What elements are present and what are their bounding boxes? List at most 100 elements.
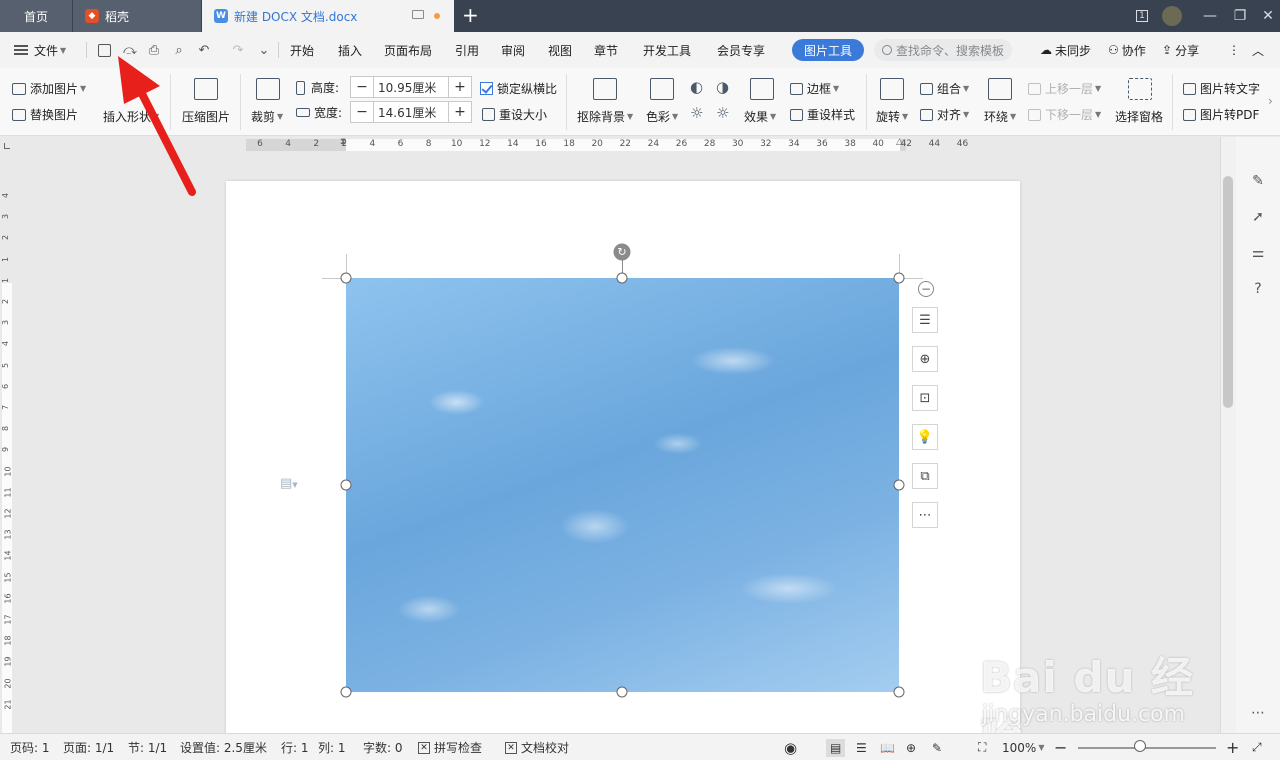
tab-start[interactable]: 开始 <box>290 32 314 68</box>
collapse-float-toolbar-icon[interactable]: − <box>918 281 934 297</box>
tab-developer[interactable]: 开发工具 <box>643 32 691 68</box>
height-stepper[interactable]: − 10.95厘米 + <box>350 76 472 98</box>
resize-handle-nw[interactable] <box>340 272 352 284</box>
contrast-increase-icon[interactable]: ◐ <box>690 78 703 96</box>
help-icon[interactable]: ? <box>1249 280 1267 298</box>
color-button[interactable]: 色彩 ▼ <box>646 108 678 125</box>
tab-review[interactable]: 审阅 <box>501 32 525 68</box>
indent-marker-icon[interactable]: ⧗ <box>340 137 346 147</box>
wrap-text-button[interactable]: 环绕 ▼ <box>984 108 1016 125</box>
print-icon[interactable]: ⎙ <box>146 42 162 58</box>
resize-handle-w[interactable] <box>340 479 352 491</box>
edit-pen-icon[interactable]: ✎ <box>1249 172 1267 190</box>
collapse-ribbon-icon[interactable]: ︿ <box>1252 32 1264 68</box>
reading-view-icon[interactable]: 📖 <box>880 734 895 760</box>
send-backward-button[interactable]: 下移一层 ▼ <box>1028 106 1101 123</box>
status-word-count[interactable]: 字数: 0 <box>363 734 403 760</box>
page-count-icon[interactable]: 1 <box>1126 0 1158 32</box>
width-input[interactable]: 14.61厘米 <box>373 102 449 122</box>
tab-insert[interactable]: 插入 <box>338 32 362 68</box>
brightness-increase-icon[interactable]: ☼ <box>690 104 703 122</box>
bring-forward-button[interactable]: 上移一层 ▼ <box>1028 80 1101 97</box>
undo-icon[interactable]: ↶ <box>196 42 212 58</box>
zoom-level-dropdown[interactable]: 100% ▼ <box>1002 734 1044 760</box>
tab-view[interactable]: 视图 <box>548 32 572 68</box>
web-view-icon[interactable]: ⊕ <box>906 734 916 760</box>
tab-stop-icon[interactable] <box>4 143 10 149</box>
print-preview-icon[interactable]: ⌕ <box>171 42 187 58</box>
insert-shape-button[interactable]: 插入形状 ▼ <box>103 108 159 125</box>
zoom-in-button[interactable]: + <box>1226 734 1239 760</box>
settings-sliders-icon[interactable]: ⚌ <box>1249 244 1267 262</box>
add-image-button[interactable]: 添加图片 ▼ <box>12 80 86 97</box>
resize-handle-s[interactable] <box>616 686 628 698</box>
command-search-input[interactable]: 查找命令、搜索模板 <box>874 39 1012 61</box>
more-tools-icon[interactable]: ⋯ <box>1249 704 1267 722</box>
layout-options-icon[interactable]: ☰ <box>912 307 938 333</box>
compress-image-button[interactable]: 压缩图片 <box>182 108 230 125</box>
more-options-icon[interactable]: ⋯ <box>912 502 938 528</box>
resize-handle-e[interactable] <box>893 479 905 491</box>
save-icon[interactable] <box>96 42 112 58</box>
share-button[interactable]: ⇪ 分享 <box>1162 32 1199 68</box>
effect-button[interactable]: 效果 ▼ <box>744 108 776 125</box>
reset-style-button[interactable]: 重设样式 <box>790 106 855 123</box>
idea-bulb-icon[interactable]: 💡 <box>912 424 938 450</box>
image-extract-icon[interactable]: ⧉ <box>912 463 938 489</box>
width-increment-button[interactable]: + <box>449 102 471 122</box>
image-to-pdf-button[interactable]: 图片转PDF <box>1183 106 1259 123</box>
crop-button[interactable]: 裁剪 ▼ <box>251 108 283 125</box>
spell-check-button[interactable]: ✕ 拼写检查 <box>418 734 482 760</box>
paragraph-layout-icon[interactable]: ▤▼ <box>280 476 298 491</box>
water-texture-image[interactable] <box>346 278 899 692</box>
tab-document[interactable]: W 新建 DOCX 文档.docx <box>202 0 454 32</box>
close-icon[interactable]: ✕ <box>1252 0 1280 32</box>
doc-proof-button[interactable]: ✕ 文档校对 <box>505 734 569 760</box>
minimize-icon[interactable]: — <box>1194 0 1226 32</box>
zoom-slider[interactable] <box>1078 747 1216 749</box>
ribbon-scroll-right-icon[interactable]: › <box>1268 94 1273 108</box>
status-page-number[interactable]: 页码: 1 <box>10 734 50 760</box>
image-to-text-button[interactable]: 图片转文字 <box>1183 80 1260 97</box>
width-decrement-button[interactable]: − <box>351 102 373 122</box>
tab-member[interactable]: 会员专享 <box>717 32 765 68</box>
tab-references[interactable]: 引用 <box>455 32 479 68</box>
fit-page-icon[interactable]: ⛶ <box>978 734 986 760</box>
right-indent-marker-icon[interactable]: △ <box>896 137 903 147</box>
export-icon[interactable]: ⤼ <box>122 42 138 58</box>
new-tab-button[interactable]: + <box>462 5 479 25</box>
resize-handle-sw[interactable] <box>340 686 352 698</box>
zoom-slider-knob[interactable] <box>1134 740 1147 752</box>
border-button[interactable]: 边框 ▼ <box>790 80 839 97</box>
zoom-image-icon[interactable]: ⊕ <box>912 346 938 372</box>
more-menu-icon[interactable]: ⋮ <box>1228 32 1240 68</box>
fullscreen-icon[interactable]: ⤢ <box>1252 734 1262 760</box>
lock-ratio-checkbox[interactable]: 锁定纵横比 <box>480 80 557 97</box>
width-stepper[interactable]: − 14.61厘米 + <box>350 101 472 123</box>
write-mode-icon[interactable]: ✎ <box>932 734 942 760</box>
sync-button[interactable]: ☁ 未同步 <box>1040 32 1091 68</box>
zoom-out-button[interactable]: − <box>1054 734 1067 760</box>
reset-size-button[interactable]: 重设大小 <box>482 106 547 123</box>
crop-float-icon[interactable]: ⊡ <box>912 385 938 411</box>
resize-handle-se[interactable] <box>893 686 905 698</box>
resize-handle-ne[interactable] <box>893 272 905 284</box>
group-button[interactable]: 组合 ▼ <box>920 80 969 97</box>
redo-icon[interactable]: ↷ <box>230 42 246 58</box>
eye-protection-icon[interactable]: ◉ <box>784 734 797 760</box>
rotate-button[interactable]: 旋转 ▼ <box>876 108 908 125</box>
tab-page-layout[interactable]: 页面布局 <box>384 32 432 68</box>
monitor-icon[interactable] <box>412 10 424 19</box>
height-input[interactable]: 10.95厘米 <box>373 77 449 97</box>
tab-home[interactable]: 首页 <box>0 0 72 32</box>
cursor-select-icon[interactable]: ➚ <box>1249 208 1267 226</box>
remove-background-button[interactable]: 抠除背景 ▼ <box>577 108 633 125</box>
scrollbar-thumb[interactable] <box>1223 176 1233 408</box>
resize-handle-n[interactable] <box>616 272 628 284</box>
page-view-icon[interactable]: ▤ <box>826 734 846 760</box>
tab-picture-tools[interactable]: 图片工具 <box>792 39 864 61</box>
user-avatar[interactable] <box>1156 0 1188 32</box>
height-increment-button[interactable]: + <box>449 77 471 97</box>
replace-image-button[interactable]: 替换图片 <box>12 106 78 123</box>
tab-daoke[interactable]: ◆ 稻壳 <box>73 0 201 32</box>
